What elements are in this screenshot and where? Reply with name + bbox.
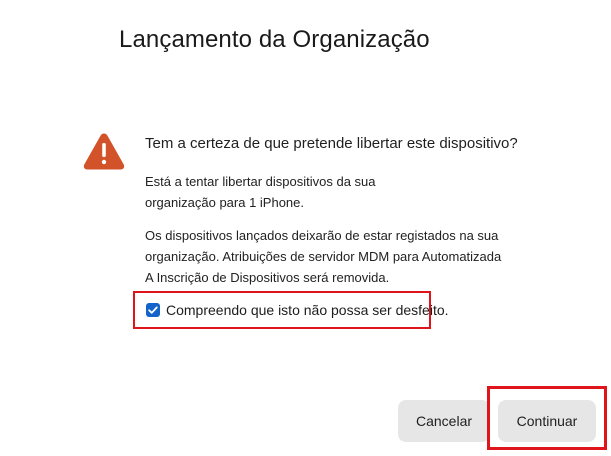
confirm-checkbox-row[interactable]: Compreendo que isto não possa ser desfei… [133, 291, 449, 329]
continue-button[interactable]: Continuar [498, 400, 596, 442]
release-consequence-line: organização. Atribuições de servidor MDM… [145, 249, 502, 264]
dialog-content: Tem a certeza de que pretende libertar e… [145, 134, 545, 285]
confirm-checkbox-label[interactable]: Compreendo que isto não possa ser desfei… [166, 300, 449, 320]
warning-triangle-icon [82, 131, 126, 171]
checkmark-icon [148, 306, 158, 314]
release-consequence-line: A Inscrição de Dispositivos será removid… [145, 270, 390, 285]
release-summary-line: Está a tentar libertar dispositivos da s… [145, 174, 376, 189]
cancel-button[interactable]: Cancelar [398, 400, 490, 442]
dialog-title: Lançamento da Organização [119, 26, 430, 53]
release-summary-line: organização para 1 iPhone. [145, 195, 305, 210]
release-organization-dialog: Lançamento da Organização Tem a certeza … [0, 0, 611, 456]
confirmation-question: Tem a certeza de que pretende libertar e… [145, 135, 518, 152]
release-consequence-text: Os dispositivos lançados deixarão de est… [145, 225, 530, 288]
confirm-checkbox[interactable] [146, 303, 160, 317]
release-consequence-line: Os dispositivos lançados deixarão de est… [145, 228, 499, 243]
release-summary-text: Está a tentar libertar dispositivos da s… [145, 171, 435, 213]
